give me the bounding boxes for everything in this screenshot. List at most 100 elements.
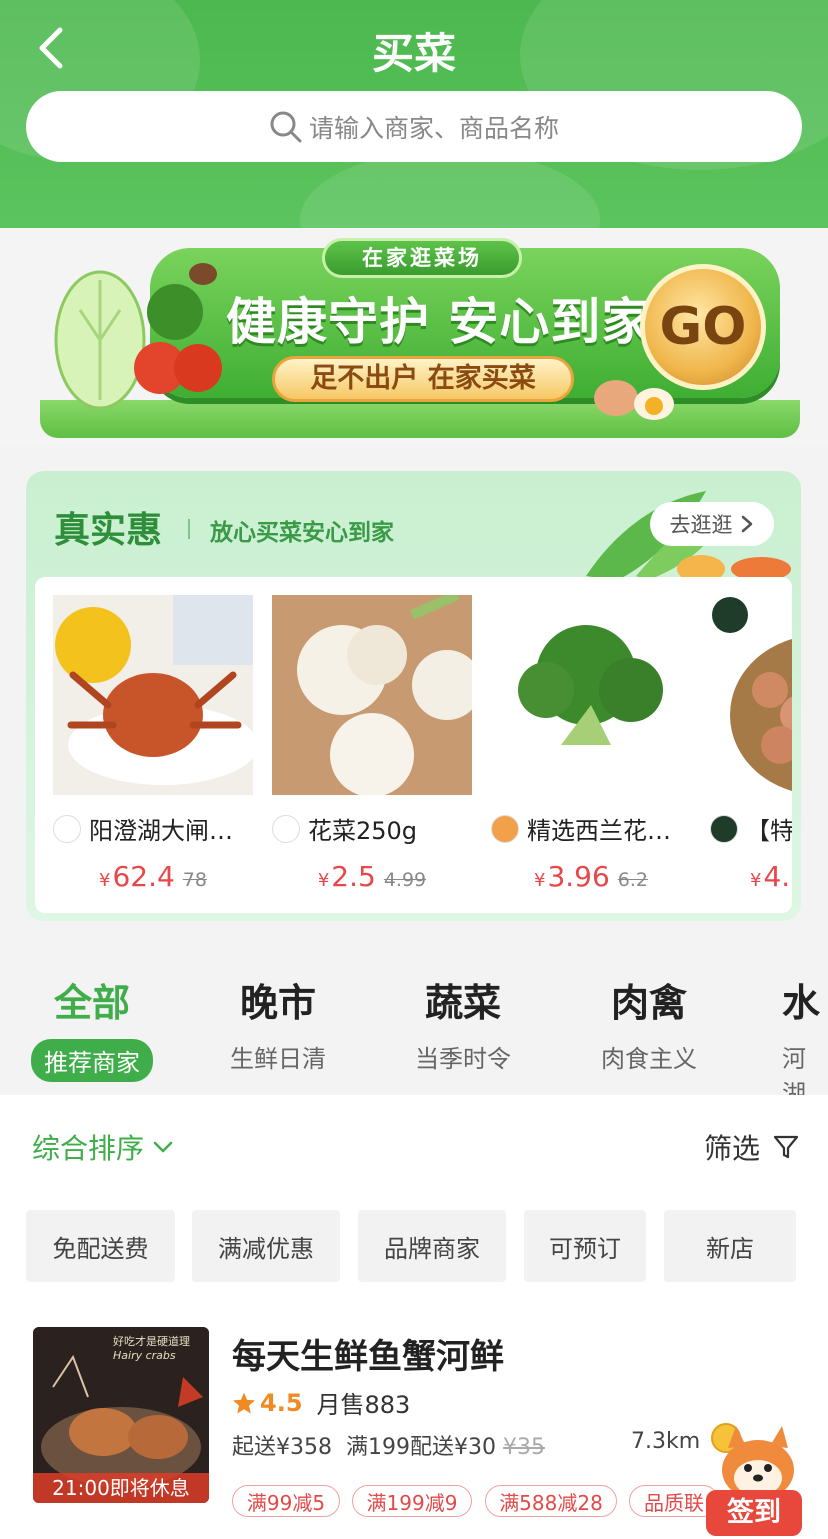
product-image-cauliflower: [272, 595, 472, 795]
tab-subtitle: 推荐商家: [31, 1039, 153, 1082]
current-price: 3.96: [547, 860, 610, 893]
search-icon: [270, 111, 302, 142]
tab-title: 晚市: [239, 981, 316, 1025]
original-price: 78: [182, 869, 207, 891]
shop-list: 综合排序 筛选 免配送费 满减优惠 品牌商家 可预订 新店 好吃才是硬道理 Ha…: [0, 1095, 828, 1539]
deal-products: 阳澄湖大闸… ¥62.4 78 花菜250g ¥2.5 4.99 精选西兰花… …: [35, 577, 792, 913]
promo-tag: 满588减28: [485, 1485, 617, 1517]
signin-label: 签到: [706, 1490, 802, 1536]
tab-title: 水: [782, 981, 821, 1025]
delivery-fee: 满199配送¥30: [346, 1435, 496, 1460]
tab-aquatic[interactable]: 水 河湖: [782, 972, 828, 1109]
product-price: ¥3.96 6.2: [491, 860, 691, 893]
header: 买菜 请输入商家、商品名称: [0, 0, 828, 228]
product-image-eggs: [710, 595, 792, 795]
delivery-info: 起送¥358 满199配送¥30 ¥35: [232, 1429, 545, 1461]
banner-title: 健康守护 安心到家: [226, 293, 653, 351]
product-name: 阳澄湖大闸…: [53, 811, 253, 846]
tab-subtitle: 当季时令: [415, 1045, 511, 1073]
filter-label: 筛选: [703, 1132, 760, 1165]
filter-button[interactable]: 筛选: [704, 1127, 800, 1167]
tab-title: 全部: [53, 981, 130, 1025]
original-price: 6.2: [617, 869, 648, 891]
product-card[interactable]: 【特 ¥4.: [710, 595, 792, 893]
banner-subtitle: 足不出户 在家买菜: [272, 356, 574, 402]
shop-image: 好吃才是硬道理 Hairy crabs 21:00即将休息: [33, 1327, 209, 1503]
chevron-down-icon: [153, 1141, 173, 1153]
deals-section: 真实惠 放心买菜安心到家 去逛逛 阳澄湖大闸… ¥62.4 78 花菜250g …: [26, 471, 801, 921]
shop-logo-icon: [491, 814, 519, 843]
currency-symbol: ¥: [99, 870, 111, 891]
category-tabs: 全部 推荐商家 晚市 生鲜日清 蔬菜 当季时令 肉禽 肉食主义 水 河湖: [0, 950, 828, 1108]
product-price: ¥2.5 4.99: [272, 860, 472, 893]
shop-logo-icon: [53, 814, 81, 843]
deals-subtitle: 放心买菜安心到家: [210, 520, 394, 546]
product-name-text: 花菜250g: [308, 817, 418, 845]
banner-tag: 在家逛菜场: [322, 238, 522, 278]
chip-new-shop[interactable]: 新店: [664, 1210, 796, 1282]
sort-dropdown[interactable]: 综合排序: [32, 1127, 174, 1167]
vegetables-illustration: [54, 263, 222, 410]
current-price: 4.: [763, 860, 791, 893]
product-image-crab: [53, 595, 253, 795]
tab-title: 蔬菜: [424, 981, 501, 1025]
chevron-right-icon: [741, 515, 752, 533]
product-image-broccoli: [491, 595, 691, 795]
tab-evening-market[interactable]: 晚市 生鲜日清: [188, 972, 368, 1074]
product-name-text: 【特: [746, 817, 792, 845]
signin-float-button[interactable]: 签到: [706, 1418, 802, 1539]
monthly-sales: 月售883: [316, 1391, 411, 1419]
product-price: ¥62.4 78: [53, 860, 253, 893]
promo-tag: 满199减9: [352, 1485, 472, 1517]
filter-icon: [773, 1135, 799, 1159]
product-name-text: 精选西兰花…: [527, 817, 671, 845]
current-price: 2.5: [331, 860, 376, 893]
tab-vegetables[interactable]: 蔬菜 当季时令: [373, 972, 553, 1074]
product-card[interactable]: 花菜250g ¥2.5 4.99: [272, 595, 472, 893]
product-card[interactable]: 阳澄湖大闸… ¥62.4 78: [53, 595, 253, 893]
currency-symbol: ¥: [750, 870, 762, 891]
chip-reservable[interactable]: 可预订: [524, 1210, 646, 1282]
tab-all[interactable]: 全部 推荐商家: [2, 972, 182, 1082]
product-price: ¥4.: [710, 860, 792, 893]
rating-value: 4.5: [260, 1388, 303, 1417]
eggs-illustration: [594, 380, 674, 420]
shop-rating: 4.5 月售883: [232, 1385, 410, 1420]
distance: 7.3km: [631, 1429, 701, 1454]
star-icon: [233, 1392, 255, 1413]
shop-logo-icon: [710, 814, 738, 843]
rest-notice: 21:00即将休息: [33, 1473, 209, 1503]
shop-logo-icon: [272, 814, 300, 843]
chip-free-delivery[interactable]: 免配送费: [26, 1210, 175, 1282]
deals-title: 真实惠: [54, 510, 163, 551]
browse-more-button[interactable]: 去逛逛: [650, 502, 774, 546]
shop-image-slogan: 好吃才是硬道理: [113, 1335, 190, 1348]
current-price: 62.4: [112, 860, 175, 893]
sort-label: 综合排序: [32, 1132, 145, 1165]
promo-tag: 满99减5: [232, 1485, 340, 1517]
browse-more-label: 去逛逛: [669, 513, 733, 537]
page-title: 买菜: [371, 29, 456, 78]
product-name: 【特: [710, 811, 792, 846]
tab-subtitle: 肉食主义: [601, 1045, 697, 1073]
tab-subtitle: 生鲜日清: [230, 1045, 326, 1073]
product-name-text: 阳澄湖大闸…: [89, 817, 233, 845]
search-input[interactable]: 请输入商家、商品名称: [26, 91, 802, 162]
tab-title: 肉禽: [610, 981, 687, 1025]
deals-divider: [188, 519, 190, 539]
shop-image-caption: Hairy crabs: [113, 1349, 176, 1362]
promo-banner[interactable]: 在家逛菜场 健康守护 安心到家 足不出户 在家买菜 GO: [0, 228, 828, 444]
search-placeholder: 请输入商家、商品名称: [308, 113, 559, 143]
shop-name: 每天生鲜鱼蟹河鲜: [232, 1337, 504, 1377]
min-order: 起送¥358: [232, 1435, 332, 1460]
product-name: 花菜250g: [272, 811, 472, 846]
chip-brand-shop[interactable]: 品牌商家: [358, 1210, 506, 1282]
product-card[interactable]: 精选西兰花… ¥3.96 6.2: [491, 595, 691, 893]
chip-discount[interactable]: 满减优惠: [192, 1210, 340, 1282]
tab-meat-poultry[interactable]: 肉禽 肉食主义: [559, 972, 739, 1074]
delivery-fee-original: ¥35: [502, 1435, 545, 1460]
currency-symbol: ¥: [533, 870, 546, 891]
currency-symbol: ¥: [317, 870, 330, 891]
product-name: 精选西兰花…: [491, 811, 691, 846]
original-price: 4.99: [383, 869, 427, 891]
